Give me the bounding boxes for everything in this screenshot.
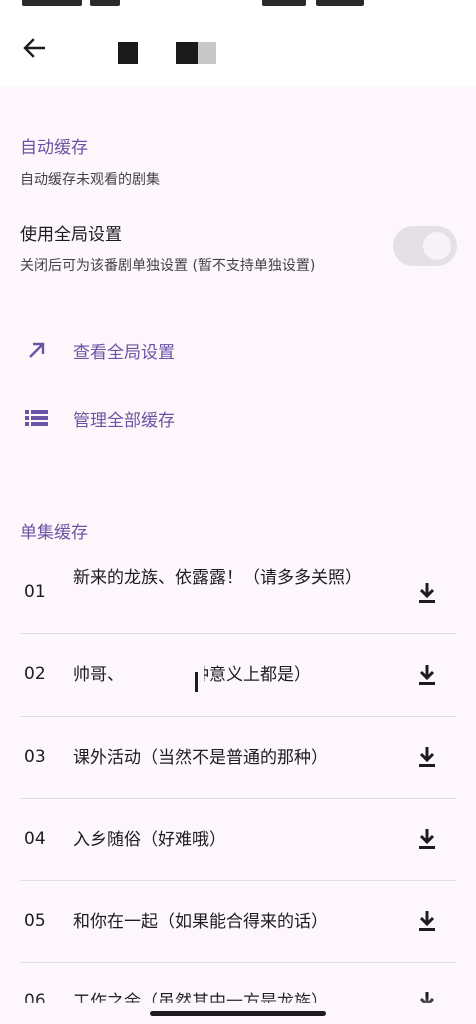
manage-all-cache-label: 管理全部缓存 [73, 411, 175, 431]
auto-cache-header: 自动缓存 [20, 138, 88, 158]
download-icon[interactable] [414, 826, 440, 852]
redacted-overlay [134, 658, 204, 718]
episode-number: 03 [24, 747, 46, 767]
list-icon [25, 410, 48, 426]
toggle-knob [423, 232, 451, 260]
episode-title: 和你在一起（如果能合得来的话） [73, 912, 328, 932]
episode-number: 02 [24, 664, 46, 684]
single-cache-header: 单集缓存 [20, 523, 88, 543]
download-icon[interactable] [414, 744, 440, 770]
episode-row[interactable]: 02 帅哥、 （各种意义上都是） [0, 634, 476, 716]
app-bar [0, 12, 476, 86]
episode-number: 01 [24, 582, 46, 602]
use-global-settings-toggle[interactable] [393, 226, 457, 266]
episode-title: 帅哥、 （各种意义上都是） [73, 665, 311, 685]
episode-row[interactable]: 04 入乡随俗（好难哦） [0, 799, 476, 881]
use-global-settings-title: 使用全局设置 [20, 225, 122, 245]
episode-row[interactable]: 05 和你在一起（如果能合得来的话） [0, 881, 476, 963]
episode-title: 课外活动（当然不是普通的那种） [73, 748, 328, 768]
title-redacted [176, 42, 198, 64]
episode-title: 入乡随俗（好难哦） [73, 830, 226, 850]
home-indicator[interactable] [150, 1011, 326, 1016]
back-button[interactable] [14, 28, 54, 68]
bottom-fade [0, 996, 476, 1024]
text-cursor-fragment [195, 672, 198, 692]
download-icon[interactable] [414, 662, 440, 688]
auto-cache-description: 自动缓存未观看的剧集 [20, 172, 160, 188]
download-icon[interactable] [414, 908, 440, 934]
view-global-settings-label: 查看全局设置 [73, 343, 175, 363]
use-global-settings-desc: 关闭后可为该番剧单独设置 (暂不支持单独设置) [20, 258, 316, 274]
title-redacted [118, 42, 138, 64]
episode-number: 04 [24, 829, 46, 849]
title-redacted [198, 42, 216, 64]
episode-title: 新来的龙族、依露露！（请多多关照） [73, 568, 362, 588]
episode-row[interactable]: 01 新来的龙族、依露露！（请多多关照） [0, 552, 476, 634]
download-icon[interactable] [414, 580, 440, 606]
episode-row[interactable]: 03 课外活动（当然不是普通的那种） [0, 717, 476, 799]
manage-all-cache-button[interactable]: 管理全部缓存 [0, 390, 476, 446]
arrow-up-right-icon [29, 342, 45, 358]
status-bar [0, 0, 476, 12]
view-global-settings-button[interactable]: 查看全局设置 [0, 322, 476, 378]
episode-number: 05 [24, 911, 46, 931]
arrow-left-icon [23, 38, 45, 58]
